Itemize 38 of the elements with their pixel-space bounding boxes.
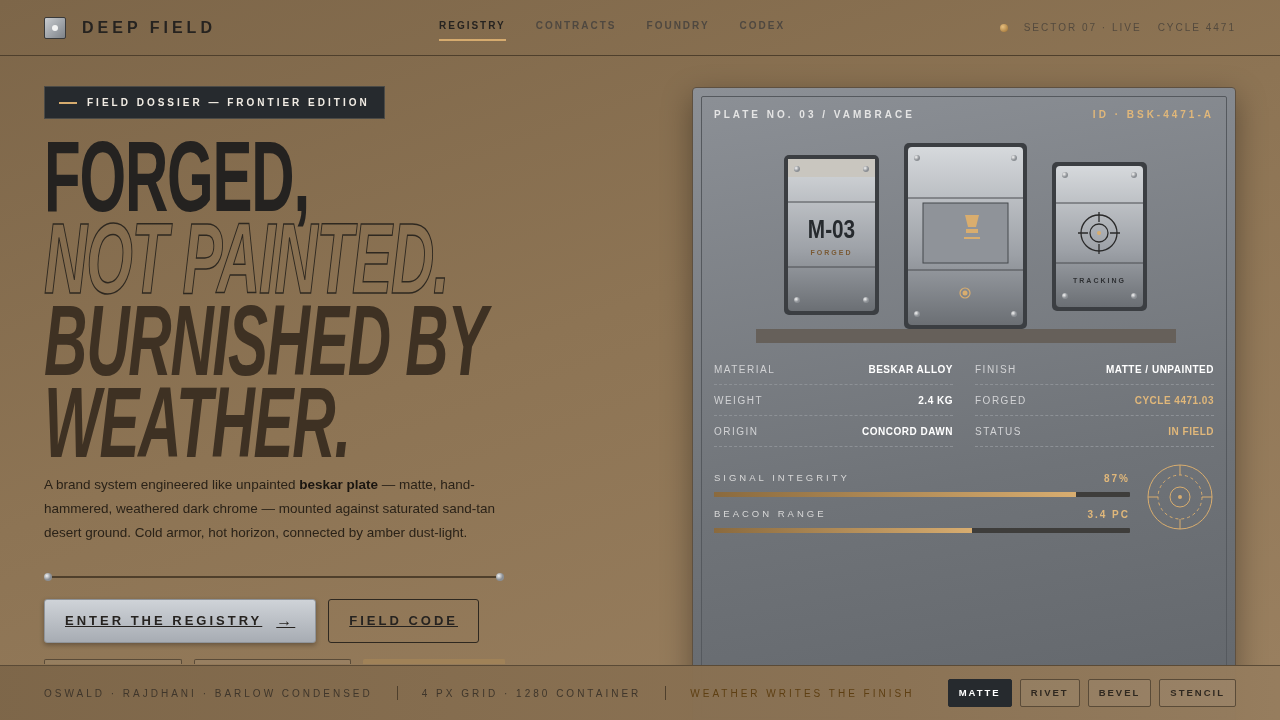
meter-label: SIGNAL INTEGRITY [714,471,850,485]
nav-tab[interactable]: REGISTRY [439,18,506,41]
module-code: M-03 [807,214,856,244]
meter-reading: 3.4 PC [1087,508,1130,522]
crosshair-icon [1077,211,1121,255]
footer-note: OSWALD · RAJDHANI · BARLOW CONDENSED [44,686,373,701]
spec-label: STATUS [975,425,1022,439]
spec-value: BESKAR ALLOY [868,363,953,377]
spec-label: MATERIAL [714,363,776,377]
spec-label: FINISH [975,363,1017,377]
meter-reading: 87% [1104,472,1130,486]
spec-label: WEIGHT [714,394,763,408]
finish-toggle[interactable]: BEVEL [1087,678,1152,708]
finish-toggle[interactable]: STENCIL [1159,678,1236,708]
footer-note: 4 PX GRID · 1280 CONTAINER [421,686,642,701]
plate-id: ID · BSK-4471-A [1092,108,1214,122]
spec-value: CYCLE 4471.03 [1134,394,1214,408]
spec-value: CONCORD DAWN [862,425,953,439]
finish-toggle[interactable]: RIVET [1019,678,1080,708]
eyebrow-tag: FIELD DOSSIER — FRONTIER EDITION [44,86,385,119]
spec-label: ORIGIN [714,425,759,439]
target-icon [1146,463,1214,531]
plate-title: PLATE NO. 03 / VAMBRACE [714,108,915,122]
enter-registry-button[interactable]: ENTER THE REGISTRY → [44,599,317,643]
spec-label: FORGED [975,394,1027,408]
footer-note: WEATHER WRITES THE FINISH [690,686,915,701]
finish-toggle[interactable]: MATTE [947,678,1012,708]
logo-icon [44,16,66,39]
field-code-button[interactable]: FIELD CODE [328,599,479,643]
spec-value: IN FIELD [1168,425,1214,439]
chip-frame[interactable] [194,659,351,664]
status-dot [999,23,1008,32]
intro-paragraph: A brand system engineered like unpainted beskar plate — matte, hand-hammered, weathered dark chrome — mounted against saturated sand-tan desert ground. Cold armor, hot horizon, connected by amber dust-light. [44,476,496,542]
spec-value: 2.4 KG [918,394,953,408]
meter-label: BEACON RANGE [714,507,827,521]
chip-frame[interactable] [44,659,182,664]
spec-value: MATTE / UNPAINTED [1105,363,1214,377]
brand-name: DEEP FIELD [82,17,216,38]
